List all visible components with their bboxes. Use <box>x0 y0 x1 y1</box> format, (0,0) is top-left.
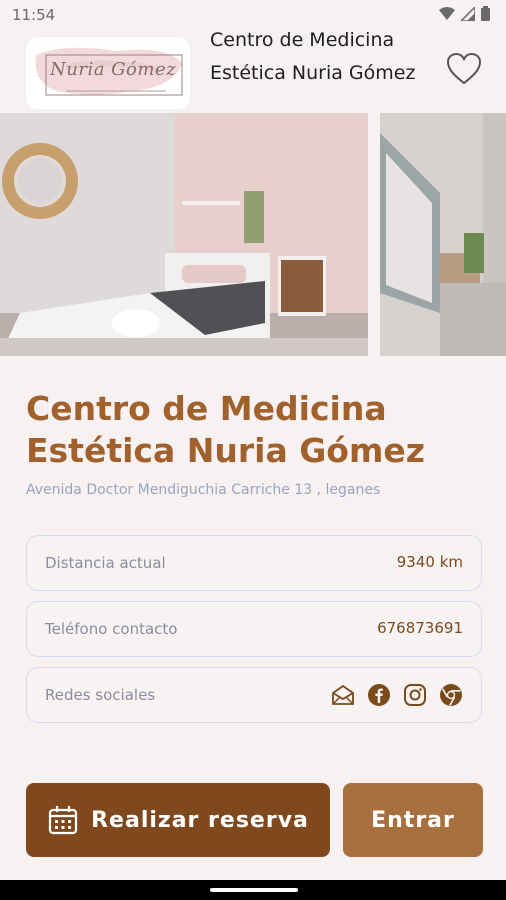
business-logo: Nuria Gómez <box>26 37 190 109</box>
facebook-icon[interactable] <box>367 683 391 707</box>
status-time: 11:54 <box>12 6 56 24</box>
instagram-icon[interactable] <box>403 683 427 707</box>
business-name: Centro de Medicina Estética Nuria Gómez <box>26 389 425 470</box>
reserve-button-label: Realizar reserva <box>91 807 309 833</box>
social-icons <box>331 683 463 707</box>
email-icon[interactable] <box>331 683 355 707</box>
gallery-photo-2[interactable] <box>380 113 506 356</box>
wifi-icon <box>439 6 455 20</box>
distance-label: Distancia actual <box>45 554 166 572</box>
header-title: Centro de Medicina Estética Nuria Gómez <box>210 29 416 84</box>
status-icons <box>439 6 490 21</box>
web-icon[interactable] <box>439 683 463 707</box>
heart-icon <box>446 52 482 85</box>
favorite-button[interactable] <box>446 52 482 86</box>
app-header: Nuria Gómez Centro de Medicina Estética … <box>0 29 506 112</box>
reserve-button[interactable]: Realizar reserva <box>26 783 330 857</box>
distance-value: 9340 km <box>396 553 463 571</box>
phone-label: Teléfono contacto <box>45 620 178 638</box>
battery-icon <box>481 6 490 21</box>
phone-card[interactable]: Teléfono contacto 676873691 <box>26 601 482 657</box>
enter-button-label: Entrar <box>371 807 455 833</box>
distance-card: Distancia actual 9340 km <box>26 535 482 591</box>
enter-button[interactable]: Entrar <box>343 783 483 857</box>
logo-text: Nuria Gómez <box>50 59 177 80</box>
signal-icon <box>461 6 475 21</box>
home-handle[interactable] <box>210 888 298 892</box>
calendar-icon <box>49 806 78 835</box>
gallery-photo-1[interactable] <box>0 113 368 356</box>
business-address: Avenida Doctor Mendiguchia Carriche 13 ,… <box>26 482 381 498</box>
social-card: Redes sociales <box>26 667 482 723</box>
social-label: Redes sociales <box>45 686 156 704</box>
phone-value[interactable]: 676873691 <box>377 619 463 637</box>
photo-gallery[interactable] <box>0 113 506 356</box>
